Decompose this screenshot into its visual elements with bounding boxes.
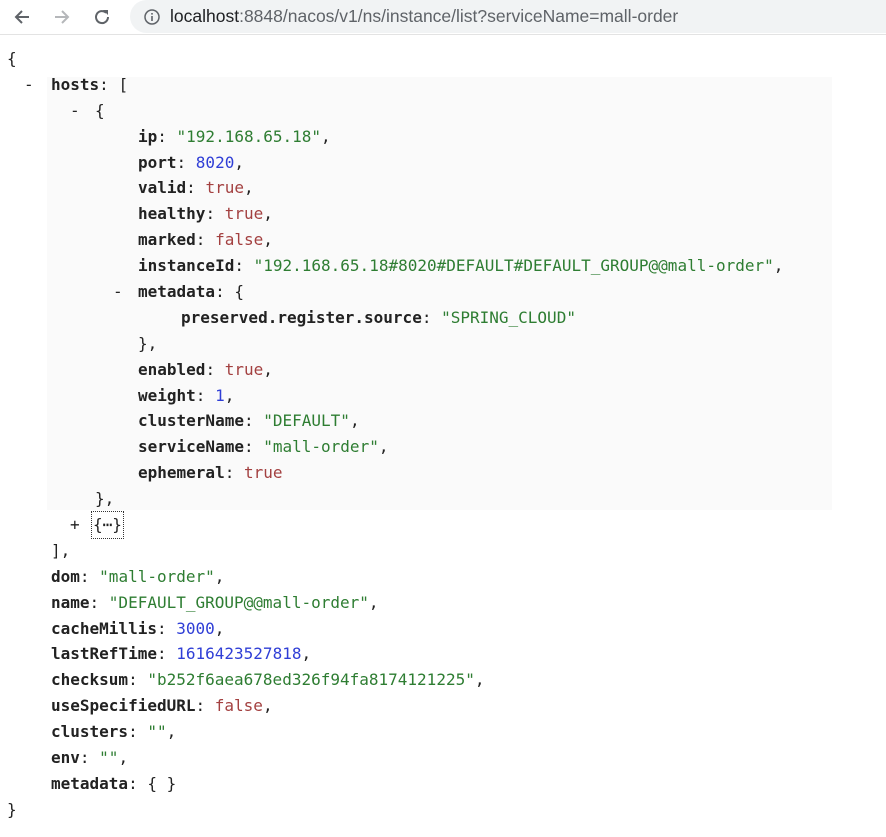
json-value: "192.168.65.18#8020#DEFAULT#DEFAULT_GROU…	[253, 256, 774, 276]
arrow-right-icon	[55, 10, 70, 24]
url-text[interactable]: localhost:8848/nacos/v1/ns/instance/list…	[170, 6, 678, 27]
collapse-toggle[interactable]: -	[24, 72, 34, 98]
url-host: localhost	[170, 6, 240, 26]
json-value: false	[215, 230, 264, 250]
json-value: true	[224, 204, 264, 224]
back-button[interactable]	[9, 4, 35, 30]
json-value: { }	[147, 773, 177, 793]
json-key: ephemeral	[138, 463, 225, 483]
json-value: false	[214, 696, 263, 716]
json-line: preserved.register.source: "SPRING_CLOUD…	[181, 307, 576, 327]
json-value: "SPRING_CLOUD"	[441, 307, 576, 327]
reload-icon	[95, 10, 110, 25]
json-line: instanceId: "192.168.65.18#8020#DEFAULT#…	[138, 256, 784, 276]
json-value: "mall-order"	[99, 566, 215, 586]
json-line: ephemeral: true	[138, 463, 283, 483]
address-bar[interactable]: localhost:8848/nacos/v1/ns/instance/list…	[130, 0, 886, 33]
json-key: weight	[138, 385, 196, 405]
json-line: metadata: { }	[51, 773, 177, 793]
json-value: ""	[147, 722, 167, 742]
json-key: port	[138, 152, 177, 172]
json-key: env	[51, 748, 80, 768]
json-line: },	[138, 333, 158, 353]
json-line: {	[0, 46, 886, 72]
reload-button[interactable]	[89, 4, 115, 30]
json-value: 1	[215, 385, 225, 405]
forward-button[interactable]	[49, 4, 75, 30]
json-value: true	[205, 178, 244, 198]
json-key: hosts	[51, 74, 100, 94]
json-line: },	[95, 489, 115, 509]
arrow-left-icon	[14, 10, 29, 24]
json-line: ip: "192.168.65.18",	[138, 126, 331, 146]
url-path: :8848/nacos/v1/ns/instance/list?serviceN…	[239, 6, 679, 26]
json-line: useSpecifiedURL: false,	[51, 696, 273, 716]
json-line: enabled: true,	[138, 359, 273, 379]
json-value: "DEFAULT_GROUP@@mall-order"	[108, 592, 369, 612]
open-brace: {	[7, 49, 17, 68]
json-line: name: "DEFAULT_GROUP@@mall-order",	[51, 592, 379, 612]
info-icon[interactable]	[144, 8, 160, 25]
json-key: name	[51, 592, 90, 612]
json-viewer: { - hosts: [ -{ ip: "192.168.65.18", port…	[0, 46, 886, 823]
json-line: clusters: "",	[51, 722, 177, 742]
json-key: preserved.register.source	[181, 307, 422, 327]
json-value: 8020	[195, 152, 235, 172]
json-value: true	[224, 359, 264, 379]
json-key: valid	[138, 178, 187, 198]
json-key: enabled	[138, 359, 206, 379]
json-line: serviceName: "mall-order",	[138, 437, 389, 457]
collapse-toggle[interactable]: -	[113, 279, 123, 305]
json-key: lastRefTime	[51, 644, 157, 664]
json-line: cacheMillis: 3000,	[51, 618, 225, 638]
json-line: clusterName: "DEFAULT",	[138, 411, 360, 431]
json-line: }	[0, 797, 886, 823]
json-line: healthy: true,	[138, 204, 273, 224]
json-value: 3000	[176, 618, 215, 638]
json-key: metadata	[51, 773, 129, 793]
collapsed-object[interactable]: {⋯}	[91, 511, 124, 539]
json-line: port: 8020,	[138, 152, 244, 172]
json-value: true	[243, 463, 283, 483]
json-key: dom	[51, 566, 80, 586]
json-key: metadata	[138, 282, 216, 302]
json-line: env: "",	[51, 748, 129, 768]
json-line: - hosts: [	[0, 72, 886, 98]
json-line: weight: 1,	[138, 385, 235, 405]
json-line: valid: true,	[138, 178, 254, 198]
close-brace: }	[7, 799, 17, 819]
json-value: "b252f6aea678ed326f94fa8174121225"	[147, 670, 475, 690]
json-line: dom: "mall-order",	[51, 566, 225, 586]
json-line: -{	[0, 98, 886, 124]
json-line: lastRefTime: 1616423527818,	[51, 644, 312, 664]
json-value: ""	[99, 748, 119, 768]
json-line: + {⋯}	[0, 511, 886, 539]
json-value: "DEFAULT"	[263, 411, 350, 431]
json-line: ],	[51, 540, 71, 560]
json-key: healthy	[138, 204, 206, 224]
json-key: checksum	[51, 670, 129, 690]
json-line: checksum: "b252f6aea678ed326f94fa8174121…	[51, 670, 485, 690]
json-key: serviceName	[138, 437, 244, 457]
json-value: "mall-order"	[263, 437, 379, 457]
json-value: 1616423527818	[176, 644, 302, 664]
json-key: useSpecifiedURL	[51, 696, 196, 716]
json-key: ip	[138, 126, 158, 146]
browser-toolbar: localhost:8848/nacos/v1/ns/instance/list…	[0, 0, 886, 35]
collapse-toggle[interactable]: -	[70, 98, 80, 124]
json-key: instanceId	[138, 256, 235, 276]
json-key: marked	[138, 230, 196, 250]
json-key: clusterName	[138, 411, 244, 431]
json-line: marked: false,	[138, 230, 273, 250]
json-key: cacheMillis	[51, 618, 157, 638]
json-key: clusters	[51, 722, 129, 742]
json-value: "192.168.65.18"	[176, 126, 322, 146]
expand-toggle[interactable]: +	[70, 512, 80, 538]
json-line: - metadata: {	[0, 279, 886, 305]
